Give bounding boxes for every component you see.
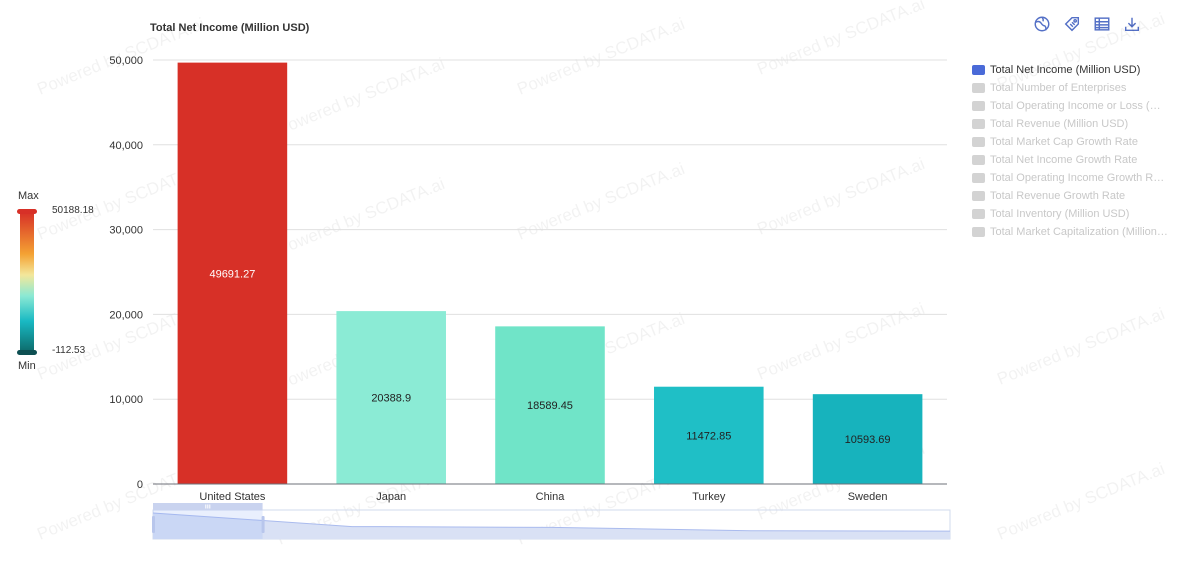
visual-map-min-label: Min <box>18 360 36 372</box>
legend-label: Total Operating Income Growth Rate <box>990 172 1168 184</box>
legend-label: Total Operating Income or Loss (Million … <box>990 100 1168 112</box>
legend-label: Total Net Income Growth Rate <box>990 154 1138 166</box>
legend-item-revenue-growth[interactable]: Total Revenue Growth Rate <box>972 187 1172 205</box>
y-tick-label: 10,000 <box>109 394 143 406</box>
legend-swatch <box>972 209 985 219</box>
legend-swatch <box>972 83 985 93</box>
legend-label: Total Inventory (Million USD) <box>990 208 1130 220</box>
y-tick-label: 20,000 <box>109 309 143 321</box>
legend-swatch <box>972 119 985 129</box>
legend-swatch <box>972 65 985 75</box>
watermark-text: Powered by SCDATA.ai <box>754 154 927 239</box>
legend-swatch <box>972 155 985 165</box>
legend-item-operating-income-growth[interactable]: Total Operating Income Growth Rate <box>972 169 1172 187</box>
x-tick-label: Turkey <box>692 491 726 503</box>
legend-item-net-income[interactable]: Total Net Income (Million USD) <box>972 61 1172 79</box>
legend-item-number-of-enterprises[interactable]: Total Number of Enterprises <box>972 79 1172 97</box>
legend-label: Total Number of Enterprises <box>990 82 1127 94</box>
legend-swatch <box>972 101 985 111</box>
legend-swatch <box>972 227 985 237</box>
watermark-text: Powered by SCDATA.ai <box>754 299 927 384</box>
legend-item-revenue[interactable]: Total Revenue (Million USD) <box>972 115 1172 133</box>
legend-label: Total Market Cap Growth Rate <box>990 136 1138 148</box>
x-tick-label: China <box>536 491 566 503</box>
data-label: 49691.27 <box>209 268 255 280</box>
visual-map-slider[interactable] <box>17 209 37 355</box>
x-tick-label: United States <box>199 491 266 503</box>
visual-map-min-value: -112.53 <box>52 345 86 356</box>
visual-map-max-label: Max <box>18 190 39 202</box>
y-tick-label: 30,000 <box>109 225 143 237</box>
legend-label: Total Net Income (Million USD) <box>990 64 1141 76</box>
data-label: 11472.85 <box>686 430 731 442</box>
watermark-text: Powered by SCDATA.ai <box>274 54 447 139</box>
legend-item-operating-income[interactable]: Total Operating Income or Loss (Million … <box>972 97 1172 115</box>
watermark-text: Powered by SCDATA.ai <box>514 159 687 244</box>
legend-item-inventory[interactable]: Total Inventory (Million USD) <box>972 205 1172 223</box>
data-label: 20388.9 <box>371 393 411 405</box>
watermark-text: Powered by SCDATA.ai <box>514 14 687 99</box>
watermark-text: Powered by SCDATA.ai <box>274 174 447 259</box>
datazoom-left-handle[interactable] <box>152 516 155 533</box>
visual-map-max-value: 50188.18 <box>52 205 94 216</box>
watermark-text: Powered by SCDATA.ai <box>994 459 1167 544</box>
data-label: 10593.69 <box>845 434 891 446</box>
datazoom-selection[interactable] <box>153 510 263 539</box>
legend-item-market-capitalization[interactable]: Total Market Capitalization (Million USD… <box>972 223 1172 241</box>
watermark-text: Powered by SCDATA.ai <box>994 304 1167 389</box>
visual-map-gradient <box>20 212 34 352</box>
visual-map-min-handle[interactable] <box>17 350 37 355</box>
legend-item-net-income-growth[interactable]: Total Net Income Growth Rate <box>972 151 1172 169</box>
legend-item-market-cap-growth[interactable]: Total Market Cap Growth Rate <box>972 133 1172 151</box>
x-tick-label: Sweden <box>848 491 888 503</box>
legend-swatch <box>972 137 985 147</box>
visual-map-max-handle[interactable] <box>17 209 37 214</box>
datazoom-right-handle[interactable] <box>261 516 265 533</box>
legend-label: Total Revenue (Million USD) <box>990 118 1129 130</box>
legend-label: Total Market Capitalization (Million USD… <box>990 226 1168 238</box>
legend: Total Net Income (Million USD) Total Num… <box>972 61 1172 241</box>
y-tick-label: 0 <box>137 479 143 491</box>
y-tick-label: 50,000 <box>109 55 143 67</box>
legend-label: Total Revenue Growth Rate <box>990 190 1126 202</box>
data-label: 18589.45 <box>527 400 573 412</box>
y-tick-label: 40,000 <box>109 140 143 152</box>
watermark-text: Powered by SCDATA.ai <box>754 0 927 79</box>
legend-swatch <box>972 191 985 201</box>
legend-swatch <box>972 173 985 183</box>
x-tick-label: Japan <box>376 491 406 503</box>
